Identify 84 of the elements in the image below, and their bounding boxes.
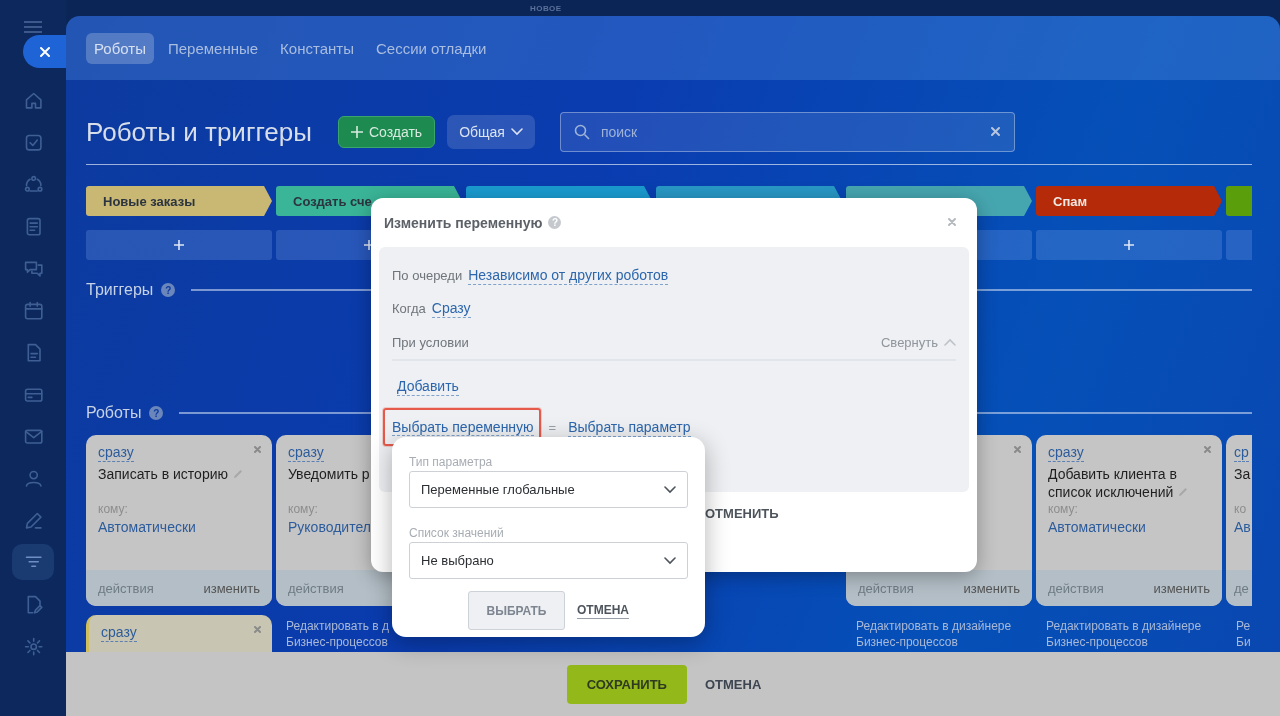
field-label: По очереди [392, 268, 463, 283]
help-icon[interactable]: ? [149, 406, 164, 420]
plus-icon [174, 240, 184, 250]
delay-link[interactable]: сразу [101, 623, 137, 642]
variable-link[interactable]: Выбрать переменную [392, 419, 534, 436]
add-link[interactable]: Добавить [397, 377, 459, 396]
recipient-link[interactable]: Руководител [288, 519, 371, 535]
delay-link[interactable]: сразу [288, 443, 324, 462]
chevron-down-icon [510, 128, 523, 136]
designer-link[interactable]: Бизнес-процессов [856, 634, 1022, 650]
robot-card[interactable]: сразу Добавить клиента в список исключений кому: Автоматически действия изменить [1036, 435, 1222, 606]
recipient-label: кому: [98, 502, 128, 516]
chevron-down-icon [664, 485, 676, 494]
pipeline-stage[interactable]: Новые заказы [86, 186, 272, 216]
clear-icon[interactable] [989, 126, 1001, 137]
value-link[interactable]: Независимо от других роботов [468, 266, 669, 285]
robot-card[interactable]: сразу Записать в историю кому: Автоматически действия изменить [86, 435, 272, 606]
pipeline-stage[interactable]: Спам [1036, 186, 1222, 216]
field-label: При условии [392, 334, 470, 350]
value-link[interactable]: Сразу [431, 299, 471, 318]
close-button[interactable] [23, 35, 66, 68]
save-button[interactable]: СОХРАНИТЬ [566, 664, 687, 704]
view-dropdown[interactable]: Общая [447, 115, 535, 149]
chevron-up-icon [944, 338, 956, 346]
plus-icon [350, 126, 363, 138]
chevron-down-icon [664, 556, 676, 565]
section-title: Триггеры [86, 281, 154, 299]
sidebar-item[interactable] [12, 544, 54, 580]
section-title: Роботы [86, 404, 142, 422]
equals-sign: = [548, 419, 557, 435]
cancel-link[interactable]: ОТМЕНА [698, 676, 768, 692]
robot-name: Добавить клиента в список исключений [1048, 466, 1177, 500]
designer-link[interactable]: Ре [1236, 618, 1252, 634]
search-icon [573, 124, 590, 140]
create-button[interactable]: Создать [337, 116, 436, 148]
actions-label: действия [1048, 580, 1104, 596]
select-field[interactable]: Переменные глобальные [409, 471, 688, 508]
robot-card[interactable]: ср За ко Ав де [1226, 435, 1252, 606]
recipient-link[interactable]: Ав [1234, 519, 1251, 535]
calendar-icon [22, 299, 44, 321]
help-icon[interactable]: ? [161, 283, 176, 297]
select-button[interactable]: ВЫБРАТЬ [468, 591, 565, 630]
designer-link[interactable]: Бизнес-процессов [1046, 634, 1212, 650]
designer-link[interactable]: Би [1236, 634, 1252, 650]
select-field[interactable]: Не выбрано [409, 542, 688, 579]
page-title: Роботы и триггеры [86, 116, 312, 148]
designer-link[interactable]: Редактировать в дизайнере [856, 618, 1022, 634]
tab[interactable]: Константы [272, 32, 362, 64]
field-label: Когда [392, 301, 426, 316]
delay-link[interactable]: сразу [98, 443, 134, 462]
delay-link[interactable]: сразу [1048, 443, 1084, 462]
robot-name: Уведомить р [288, 466, 370, 482]
actions-label: действия [288, 580, 344, 596]
delay-link[interactable]: ср [1234, 443, 1249, 462]
parameter-link[interactable]: Выбрать параметр [568, 417, 691, 437]
recipient-label: кому: [288, 502, 318, 516]
dialog-title: Изменить переменную [384, 214, 543, 231]
designer-link[interactable]: Редактировать в дизайнере [1046, 618, 1212, 634]
actions-label: де [1234, 580, 1249, 596]
pencil-icon[interactable] [232, 468, 244, 480]
tab[interactable]: Переменные [159, 32, 267, 64]
collapse-link[interactable]: Свернуть [881, 334, 938, 350]
edit-link[interactable]: изменить [1153, 580, 1210, 596]
robot-card[interactable]: сразу [86, 615, 272, 652]
recipient-label: ко [1234, 502, 1247, 516]
cancel-link[interactable]: ОТМЕНА [577, 602, 629, 619]
designer-link[interactable]: Бизнес-процессов [286, 634, 452, 650]
tab[interactable]: Роботы [86, 32, 154, 64]
tab[interactable]: Сессии отладки [367, 32, 495, 64]
recipient-label: кому: [1048, 502, 1078, 516]
robot-name: За [1234, 466, 1251, 482]
pencil-icon[interactable] [1177, 486, 1190, 498]
menu-icon[interactable] [23, 20, 43, 34]
actions-label: действия [858, 580, 914, 596]
edit-link[interactable]: изменить [963, 580, 1020, 596]
recipient-link[interactable]: Автоматически [1048, 519, 1146, 535]
plus-icon [1124, 240, 1134, 250]
cancel-button[interactable]: ОТМЕНИТЬ [705, 505, 779, 521]
actions-label: действия [98, 580, 154, 596]
robot-name: Записать в историю [98, 466, 228, 482]
connected-dots-icon [22, 173, 44, 195]
edit-link[interactable]: изменить [203, 580, 260, 596]
notification-label: НОВОЕ [530, 3, 562, 13]
recipient-link[interactable]: Автоматически [98, 519, 196, 535]
